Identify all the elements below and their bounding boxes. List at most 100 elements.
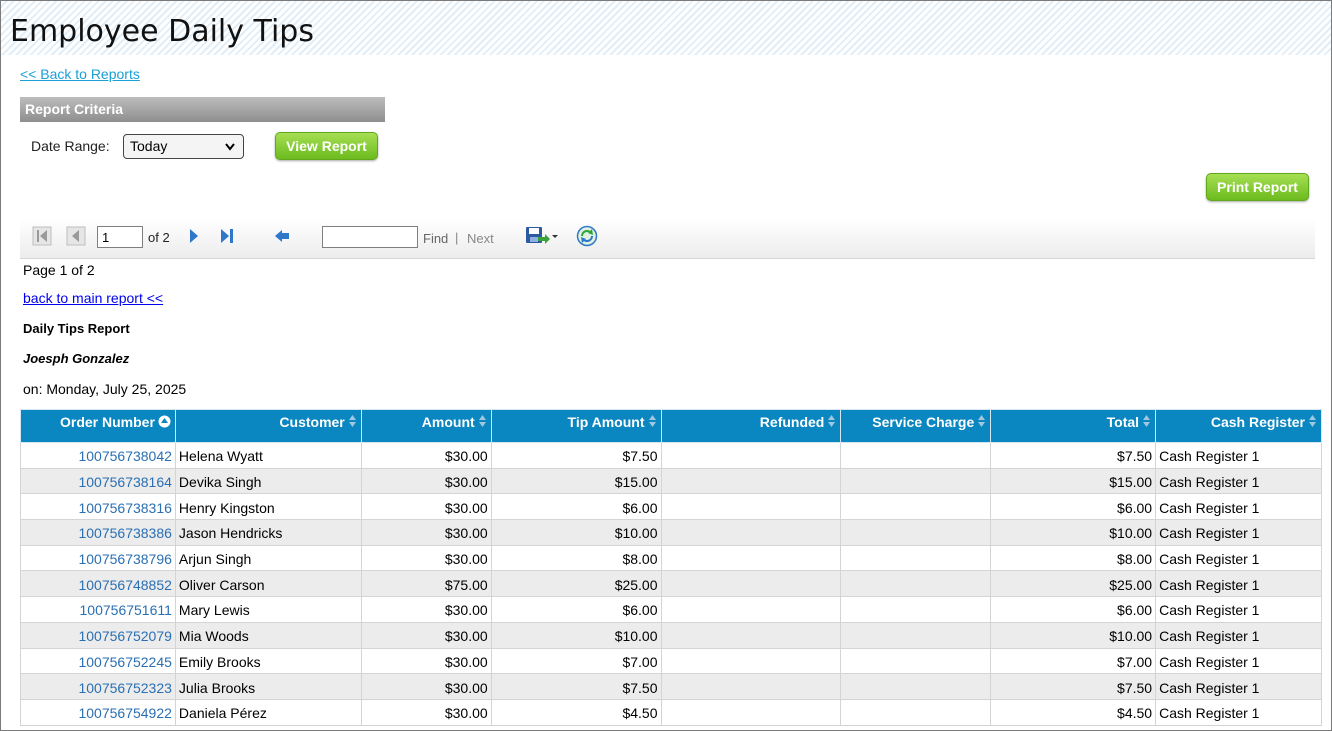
title-bar: Employee Daily Tips [1, 1, 1331, 55]
find-link[interactable]: Find [423, 231, 448, 246]
customer-cell: Mary Lewis [174, 596, 362, 623]
customer-cell: Helena Wyatt [174, 442, 362, 469]
tip-amount-cell: $6.00 [490, 493, 662, 521]
column-header-order-number[interactable]: Order Number [20, 409, 176, 443]
refresh-icon[interactable] [576, 225, 598, 247]
sort-icon [648, 414, 657, 431]
cash-register-cell: Cash Register 1 [1155, 621, 1322, 649]
column-header-amount[interactable]: Amount [360, 409, 492, 443]
amount-cell: $30.00 [360, 493, 492, 521]
report-date: on: Monday, July 25, 2025 [23, 381, 187, 397]
service-charge-cell [840, 570, 992, 598]
find-separator: | [455, 230, 459, 245]
column-header-cash-register[interactable]: Cash Register [1155, 409, 1322, 443]
amount-cell: $30.00 [360, 519, 492, 546]
sort-icon [1308, 414, 1317, 431]
page-count-label: of 2 [148, 230, 170, 245]
order-number-link[interactable]: 100756752245 [20, 647, 176, 675]
column-header-total[interactable]: Total [990, 409, 1157, 443]
find-next-link[interactable]: Next [467, 231, 494, 246]
column-header-label: Amount [421, 414, 475, 430]
tip-amount-cell: $4.50 [490, 698, 662, 726]
amount-cell: $30.00 [360, 442, 492, 469]
refunded-cell [660, 647, 842, 675]
report-title: Daily Tips Report [23, 321, 130, 336]
service-charge-cell [840, 621, 992, 649]
table-row: 100756738316 Henry Kingston $30.00 $6.00 $6.… [20, 493, 1322, 521]
date-range-value: Today [130, 138, 168, 154]
order-number-link[interactable]: 100756738042 [20, 442, 176, 469]
order-number-link[interactable]: 100756752079 [20, 621, 176, 649]
back-to-main-report-link[interactable]: back to main report << [23, 290, 163, 306]
table-row: 100756748852 Oliver Carson $75.00 $25.00 $25… [20, 570, 1322, 598]
cash-register-cell: Cash Register 1 [1155, 673, 1322, 700]
column-header-label: Service Charge [872, 414, 975, 430]
column-header-service-charge[interactable]: Service Charge [840, 409, 992, 443]
column-header-refunded[interactable]: Refunded [660, 409, 842, 443]
view-report-button[interactable]: View Report [275, 132, 378, 160]
refunded-cell [660, 467, 842, 495]
tip-amount-cell: $7.50 [490, 442, 662, 469]
first-page-icon[interactable] [32, 226, 52, 246]
order-number-link[interactable]: 100756754922 [20, 698, 176, 726]
cash-register-cell: Cash Register 1 [1155, 493, 1322, 521]
amount-cell: $30.00 [360, 698, 492, 726]
sort-icon [158, 415, 171, 431]
amount-cell: $75.00 [360, 570, 492, 598]
refunded-cell [660, 621, 842, 649]
table-row: 100756738386 Jason Hendricks $30.00 $10.00 $… [20, 519, 1322, 546]
sort-icon [348, 414, 357, 431]
order-number-link[interactable]: 100756752323 [20, 673, 176, 700]
refunded-cell [660, 596, 842, 623]
table-row: 100756754922 Daniela Pérez $30.00 $4.50 $4.5… [20, 698, 1322, 726]
print-report-button[interactable]: Print Report [1206, 173, 1309, 201]
next-page-icon[interactable] [186, 227, 202, 245]
order-number-link[interactable]: 100756751611 [20, 596, 176, 623]
page-number-input[interactable] [97, 226, 143, 248]
chevron-down-icon [224, 135, 236, 166]
table-row: 100756738042 Helena Wyatt $30.00 $7.50 $7.50… [20, 442, 1322, 469]
page-title: Employee Daily Tips [10, 14, 314, 49]
amount-cell: $30.00 [360, 467, 492, 495]
find-text-input[interactable] [322, 226, 418, 248]
table-row: 100756738164 Devika Singh $30.00 $15.00 $15.… [20, 467, 1322, 495]
sort-icon [977, 414, 986, 431]
total-cell: $10.00 [990, 621, 1157, 649]
service-charge-cell [840, 442, 992, 469]
column-header-tip-amount[interactable]: Tip Amount [490, 409, 662, 443]
cash-register-cell: Cash Register 1 [1155, 647, 1322, 675]
cash-register-cell: Cash Register 1 [1155, 698, 1322, 726]
tip-amount-cell: $8.00 [490, 544, 662, 572]
tip-amount-cell: $10.00 [490, 519, 662, 546]
order-number-link[interactable]: 100756738164 [20, 467, 176, 495]
order-number-link[interactable]: 100756738796 [20, 544, 176, 572]
back-to-reports-link[interactable]: << Back to Reports [20, 66, 140, 82]
date-range-label: Date Range: [31, 138, 110, 154]
customer-cell: Arjun Singh [174, 544, 362, 572]
order-number-link[interactable]: 100756738386 [20, 519, 176, 546]
service-charge-cell [840, 467, 992, 495]
service-charge-cell [840, 647, 992, 675]
amount-cell: $30.00 [360, 647, 492, 675]
service-charge-cell [840, 698, 992, 726]
customer-cell: Daniela Pérez [174, 698, 362, 726]
save-export-icon[interactable] [525, 225, 559, 247]
order-number-link[interactable]: 100756738316 [20, 493, 176, 521]
customer-cell: Devika Singh [174, 467, 362, 495]
report-window: Employee Daily Tips << Back to Reports R… [0, 0, 1332, 731]
back-arrow-icon[interactable] [273, 228, 291, 244]
refunded-cell [660, 544, 842, 572]
order-number-link[interactable]: 100756748852 [20, 570, 176, 598]
date-range-select[interactable]: Today [123, 134, 244, 159]
total-cell: $25.00 [990, 570, 1157, 598]
refunded-cell [660, 570, 842, 598]
previous-page-icon[interactable] [66, 226, 86, 246]
page-info: Page 1 of 2 [23, 262, 95, 278]
column-header-customer[interactable]: Customer [174, 409, 362, 443]
refunded-cell [660, 673, 842, 700]
tip-amount-cell: $15.00 [490, 467, 662, 495]
amount-cell: $30.00 [360, 596, 492, 623]
customer-cell: Oliver Carson [174, 570, 362, 598]
last-page-icon[interactable] [218, 227, 236, 245]
employee-name: Joesph Gonzalez [23, 351, 130, 366]
